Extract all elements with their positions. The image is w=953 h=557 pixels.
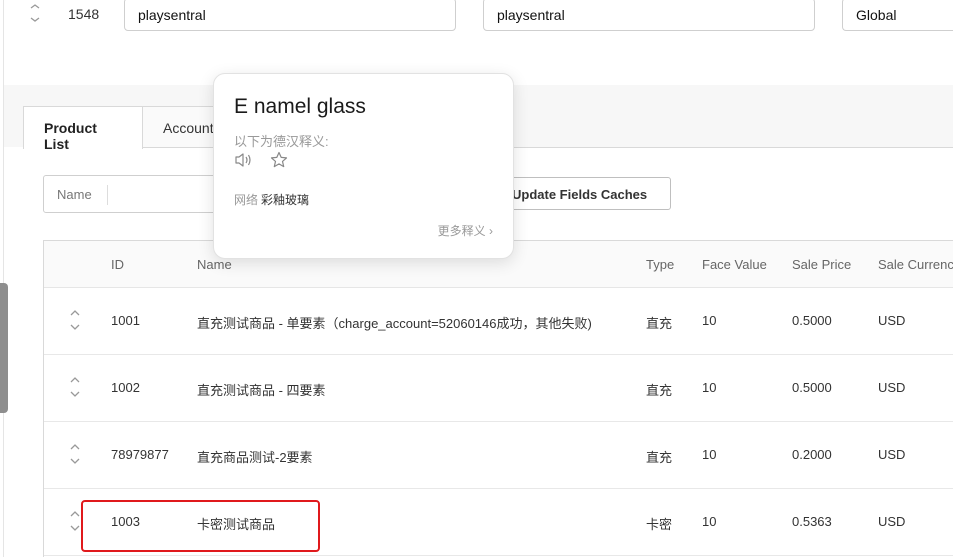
cell-face-value: 10 [702, 514, 717, 529]
drag-handle-icon[interactable] [69, 444, 81, 464]
cell-id: 78979877 [111, 447, 169, 462]
table-row[interactable]: 1001 直充测试商品 - 单要素（charge_account=5206014… [44, 288, 953, 355]
cell-face-value: 10 [702, 380, 717, 395]
col-face-value: Face Value [702, 257, 767, 272]
cell-sale-price: 0.5000 [792, 380, 832, 395]
col-name: Name [197, 257, 232, 272]
drag-handle-icon[interactable] [69, 377, 81, 397]
cell-name: 直充商品测试-2要素 [197, 450, 313, 465]
table-row[interactable]: 78979877 直充商品测试-2要素 直充 10 0.2000 USD [44, 422, 953, 489]
table-row[interactable]: 1002 直充测试商品 - 四要素 直充 10 0.5000 USD [44, 355, 953, 422]
cell-currency: USD [878, 514, 906, 529]
definition-source: 网络 [234, 193, 259, 207]
cell-currency: USD [878, 447, 906, 462]
cell-id: 1001 [111, 313, 140, 328]
cell-face-value: 10 [702, 313, 717, 328]
cell-sale-price: 0.5000 [792, 313, 832, 328]
popup-definition: 网络 彩釉玻璃 [234, 191, 309, 208]
drag-handle-icon[interactable] [69, 511, 81, 531]
region-field[interactable]: Global [842, 0, 953, 31]
cell-id: 1002 [111, 380, 140, 395]
col-sale-currency: Sale Currenc [878, 257, 953, 272]
name-field[interactable]: playsentral [124, 0, 456, 31]
name-filter-label: Name [57, 187, 92, 202]
filter-separator [107, 185, 108, 205]
tab-account[interactable]: Account [142, 106, 222, 148]
scrollbar-handle[interactable] [0, 283, 8, 413]
cell-type: 卡密 [646, 517, 673, 532]
row-id: 1548 [68, 6, 100, 22]
cell-name: 直充测试商品 - 四要素 [197, 383, 326, 398]
cell-type: 直充 [646, 316, 673, 331]
speaker-icon[interactable] [234, 152, 252, 168]
star-icon[interactable] [270, 151, 288, 169]
drag-handle-icon[interactable] [69, 310, 81, 330]
col-id: ID [111, 257, 124, 272]
cell-currency: USD [878, 380, 906, 395]
col-sale-price: Sale Price [792, 257, 852, 272]
drag-handle-icon[interactable] [29, 4, 41, 22]
code-field[interactable]: playsentral [483, 0, 815, 31]
cell-face-value: 10 [702, 447, 717, 462]
popup-word: E namel glass [234, 95, 366, 118]
highlight-box [81, 500, 320, 552]
popup-subtitle: 以下为德汉释义: [234, 134, 329, 149]
cell-name: 直充测试商品 - 单要素（charge_account=52060146成功，其… [197, 316, 592, 331]
update-fields-caches-button[interactable]: Update Fields Caches [492, 177, 671, 210]
cell-sale-price: 0.5363 [792, 514, 832, 529]
cell-currency: USD [878, 313, 906, 328]
cell-type: 直充 [646, 383, 673, 398]
cell-type: 直充 [646, 450, 673, 465]
more-definitions-link[interactable]: 更多释义 › [438, 222, 493, 239]
cell-sale-price: 0.2000 [792, 447, 832, 462]
tab-product-list[interactable]: Product List [23, 106, 143, 152]
definition-text: 彩釉玻璃 [261, 193, 310, 207]
dictionary-popup: E namel glass 以下为德汉释义: 网络 彩釉玻璃 更多释义 › [213, 73, 514, 259]
col-type: Type [646, 257, 675, 272]
name-filter-input[interactable]: Name [43, 175, 233, 213]
